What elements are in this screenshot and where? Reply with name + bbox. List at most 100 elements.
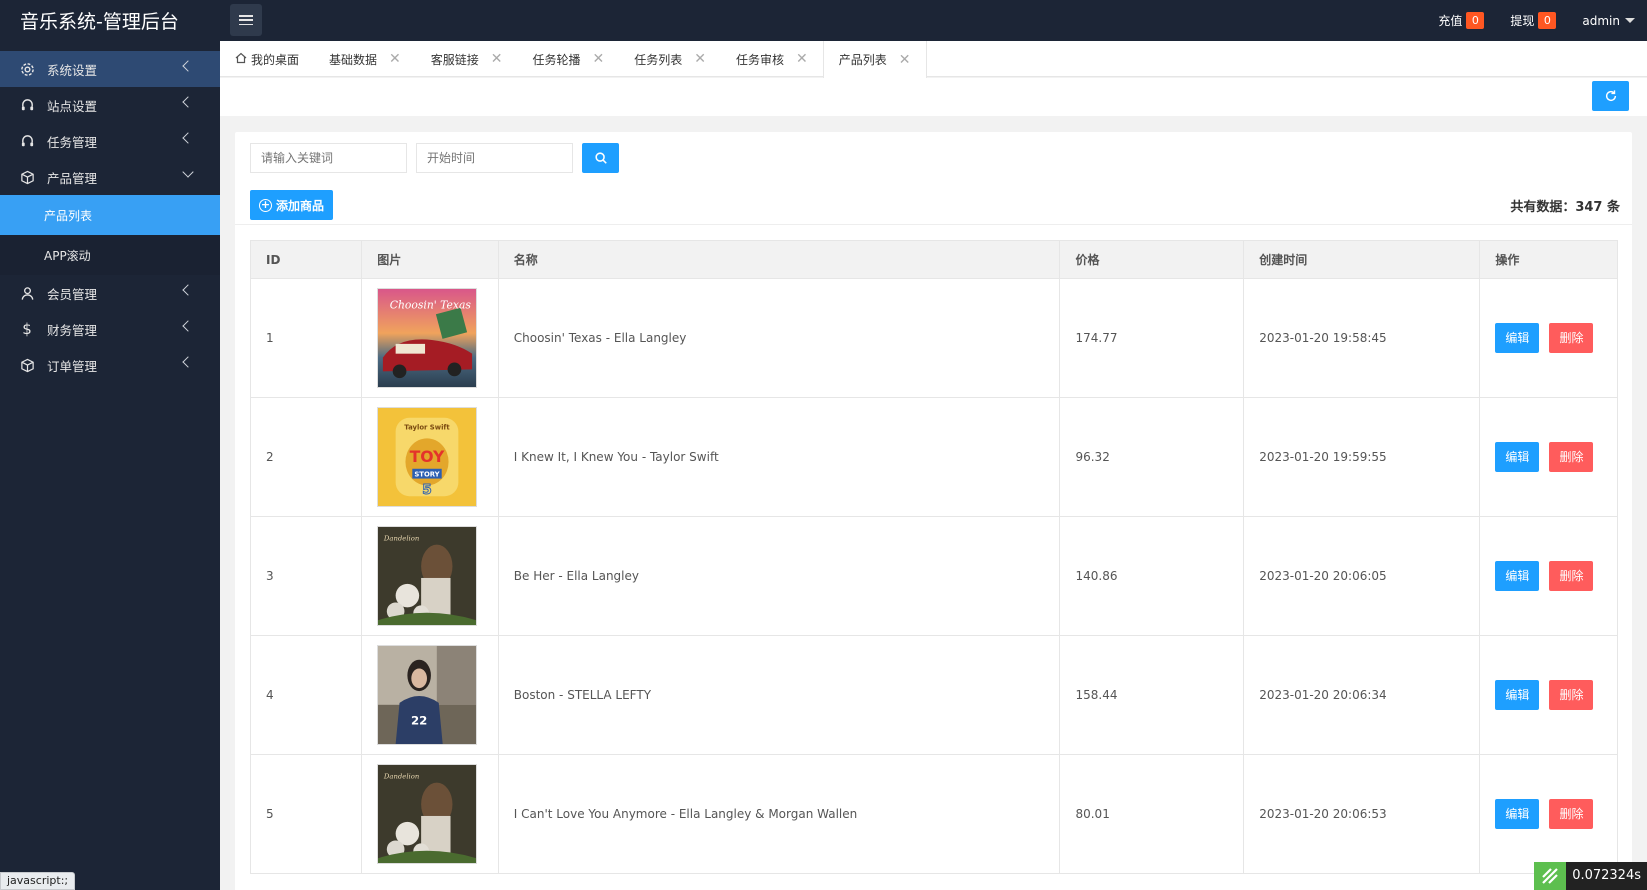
withdraw-label: 提现	[1510, 14, 1535, 28]
box-icon	[19, 169, 35, 185]
sidebar-item-member-management[interactable]: 会员管理	[0, 275, 220, 311]
keyword-input[interactable]	[250, 143, 407, 173]
column-header-name[interactable]: 名称	[497, 240, 1061, 279]
sidebar-item-task-management[interactable]: 任务管理	[0, 123, 220, 159]
withdraw-badge: 0	[1538, 12, 1557, 29]
album-cover-image[interactable]: Dandelion	[377, 764, 478, 864]
product-table: ID 图片 名称 价格 创建时间 操作 1 Choosin' Texas Cho…	[249, 240, 1618, 874]
edit-button[interactable]: 编辑	[1495, 561, 1540, 591]
tab-my-desktop[interactable]: 我的桌面	[220, 41, 314, 77]
close-icon[interactable]: ✕	[389, 51, 401, 67]
plus-circle-icon: +	[259, 198, 272, 212]
album-cover-image[interactable]: Dandelion	[377, 526, 478, 626]
delete-button[interactable]: 删除	[1549, 323, 1594, 353]
column-header-id[interactable]: ID	[249, 240, 363, 279]
recharge-badge: 0	[1466, 12, 1485, 29]
content-card: + 添加商品 共有数据：347 条 ID 图片 名称 价格 创建时间 操作 1	[235, 132, 1632, 890]
add-product-button[interactable]: + 添加商品	[250, 190, 334, 220]
delete-button[interactable]: 删除	[1549, 561, 1594, 591]
column-header-price[interactable]: 价格	[1059, 240, 1245, 279]
cell-image: Dandelion	[361, 516, 499, 636]
tab-base-data[interactable]: 基础数据 ✕	[314, 41, 416, 77]
withdraw-link[interactable]: 提现 0	[1510, 12, 1557, 29]
close-icon[interactable]: ✕	[899, 52, 911, 68]
delete-button[interactable]: 删除	[1549, 442, 1594, 472]
chevron-down-icon	[182, 166, 194, 178]
close-icon[interactable]: ✕	[491, 51, 503, 67]
tab-task-review[interactable]: 任务审核 ✕	[721, 41, 823, 77]
headset-icon	[19, 133, 35, 149]
column-header-actions[interactable]: 操作	[1479, 240, 1618, 279]
svg-text:Choosin' Texas: Choosin' Texas	[390, 299, 472, 312]
chevron-left-icon	[182, 284, 194, 296]
cell-actions: 编辑 删除	[1479, 635, 1618, 755]
refresh-icon	[1605, 90, 1616, 102]
tab-task-list[interactable]: 任务列表 ✕	[619, 41, 721, 77]
sidebar-subitem-product-list[interactable]: 产品列表	[0, 195, 220, 235]
cell-name: I Can't Love You Anymore - Ella Langley …	[497, 754, 1061, 874]
cell-actions: 编辑 删除	[1479, 397, 1618, 517]
box-icon	[19, 357, 35, 373]
album-cover-image[interactable]: Taylor Swift TOY STORY 5	[377, 407, 478, 507]
sidebar-subitem-app-scroll[interactable]: APP滚动	[0, 235, 220, 275]
close-icon[interactable]: ✕	[593, 51, 605, 67]
delete-button[interactable]: 删除	[1549, 799, 1594, 829]
chevron-left-icon	[182, 320, 194, 332]
sidebar-item-site-settings[interactable]: 站点设置	[0, 87, 220, 123]
cell-created: 2023-01-20 20:06:05	[1243, 516, 1481, 636]
table-row: 5 Dandelion I Can't Love You Anymore - E…	[249, 754, 1618, 874]
close-icon[interactable]: ✕	[694, 51, 706, 67]
edit-button[interactable]: 编辑	[1495, 799, 1540, 829]
tab-label: 产品列表	[838, 53, 887, 67]
cell-name: Boston - STELLA LEFTY	[497, 635, 1061, 755]
cell-id: 5	[249, 754, 363, 874]
sidebar-item-system-settings[interactable]: 系统设置	[0, 51, 220, 87]
album-cover-image[interactable]: Choosin' Texas	[377, 288, 478, 388]
chevron-left-icon	[182, 60, 194, 72]
delete-button[interactable]: 删除	[1549, 680, 1594, 710]
tab-service-link[interactable]: 客服链接 ✕	[416, 41, 518, 77]
cell-image: Choosin' Texas	[361, 278, 499, 398]
tab-label: 客服链接	[430, 52, 479, 67]
edit-button[interactable]: 编辑	[1495, 323, 1540, 353]
column-header-image[interactable]: 图片	[361, 240, 499, 279]
cell-created: 2023-01-20 19:59:55	[1243, 397, 1481, 517]
cell-actions: 编辑 删除	[1479, 516, 1618, 636]
sidebar-item-order-management[interactable]: 订单管理	[0, 347, 220, 383]
album-cover-image[interactable]: 22	[377, 645, 478, 745]
timer-value: 0.072324s	[1566, 862, 1647, 890]
recharge-link[interactable]: 充值 0	[1438, 12, 1485, 29]
refresh-button[interactable]	[1592, 81, 1629, 111]
sidebar: 系统设置 站点设置 任务管理 产品管理 产品列表 APP滚动 会员管理 $ 财务…	[0, 41, 220, 890]
column-header-created[interactable]: 创建时间	[1243, 240, 1481, 279]
sidebar-subitem-label: APP滚动	[44, 248, 91, 263]
total-count: 共有数据：347 条	[1510, 200, 1620, 215]
status-bar-link-tip: javascript:;	[0, 872, 76, 890]
sidebar-item-label: 会员管理	[47, 286, 98, 302]
cell-image: Taylor Swift TOY STORY 5	[361, 397, 499, 517]
dollar-icon: $	[22, 320, 32, 338]
edit-button[interactable]: 编辑	[1495, 680, 1540, 710]
cell-created: 2023-01-20 19:58:45	[1243, 278, 1481, 398]
tab-label: 任务列表	[634, 52, 683, 67]
cell-price: 80.01	[1059, 754, 1245, 874]
edit-button[interactable]: 编辑	[1495, 442, 1540, 472]
table-row: 2 Taylor Swift TOY STORY 5 I Knew It, I …	[249, 397, 1618, 517]
close-icon[interactable]: ✕	[796, 51, 808, 67]
username: admin	[1582, 13, 1620, 28]
cell-id: 3	[249, 516, 363, 636]
sidebar-item-product-management[interactable]: 产品管理	[0, 159, 220, 195]
tab-task-carousel[interactable]: 任务轮播 ✕	[518, 41, 620, 77]
sidebar-item-finance-management[interactable]: $ 财务管理	[0, 311, 220, 347]
cell-price: 140.86	[1059, 516, 1245, 636]
user-menu[interactable]: admin	[1582, 14, 1635, 28]
cell-name: Choosin' Texas - Ella Langley	[497, 278, 1061, 398]
cell-price: 174.77	[1059, 278, 1245, 398]
search-button[interactable]	[582, 143, 619, 173]
menu-toggle-button[interactable]	[230, 4, 262, 36]
caret-down-icon	[1625, 18, 1635, 23]
cell-actions: 编辑 删除	[1479, 278, 1618, 398]
cell-id: 1	[249, 278, 363, 398]
tab-product-list[interactable]: 产品列表 ✕	[822, 41, 927, 78]
start-time-input[interactable]	[416, 143, 573, 173]
